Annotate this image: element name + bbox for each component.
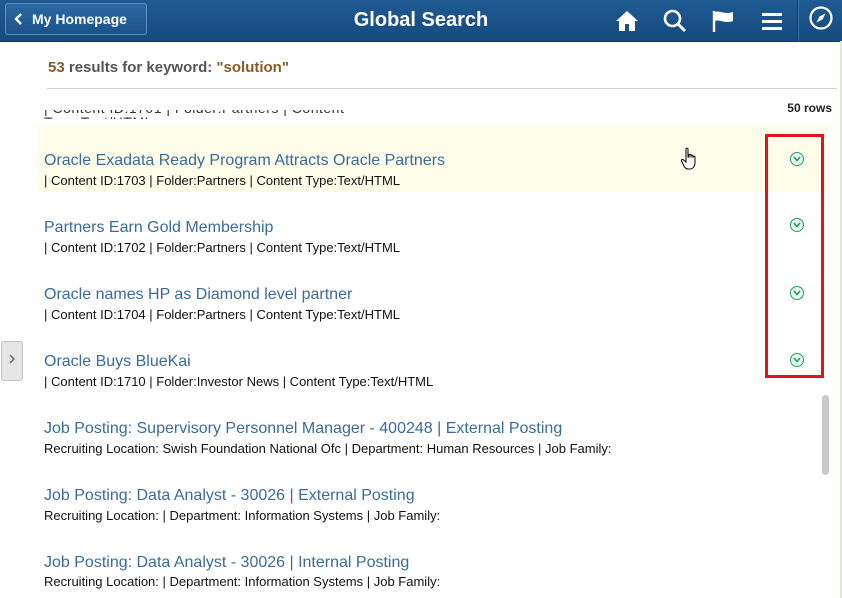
result-item[interactable]: Job Posting: Data Analyst - 30026 | Inte… xyxy=(37,527,827,594)
flag-icon[interactable] xyxy=(708,6,738,36)
divider xyxy=(47,88,837,89)
top-bar: My Homepage Global Search xyxy=(0,0,842,42)
search-keyword: "solution" xyxy=(216,59,289,76)
result-item[interactable]: Job Posting: Data Analyst - 30026 | Exte… xyxy=(37,460,827,527)
result-title-link[interactable]: Job Posting: Supervisory Personnel Manag… xyxy=(44,420,562,438)
chevron-right-icon xyxy=(8,352,16,370)
result-item[interactable]: Oracle Exadata Ready Program Attracts Or… xyxy=(37,125,827,192)
navbar-button[interactable] xyxy=(797,0,842,41)
result-item[interactable]: Oracle Buys BlueKai | Content ID:1710 | … xyxy=(37,326,827,393)
side-panel-toggle[interactable] xyxy=(1,341,23,381)
my-homepage-button[interactable]: My Homepage xyxy=(5,3,147,35)
result-item[interactable]: Partners Earn Gold Membership | Content … xyxy=(37,192,827,259)
result-description: | Content ID:1710 | Folder:Investor News… xyxy=(44,374,434,389)
scrolled-row-text: | Content ID:1701 | Folder:Partners | Co… xyxy=(44,110,384,119)
result-description: Recruiting Location: | Department: Infor… xyxy=(44,508,441,523)
result-description: | Content ID:1703 | Folder:Partners | Co… xyxy=(44,173,401,188)
results-count: 53 xyxy=(48,59,65,76)
result-description: Recruiting Location: | Department: Infor… xyxy=(44,574,441,589)
results-label: results for keyword: xyxy=(68,59,213,76)
result-title-link[interactable]: Oracle Buys BlueKai xyxy=(44,353,191,371)
result-title-link[interactable]: Partners Earn Gold Membership xyxy=(44,219,273,237)
highlight-box xyxy=(765,134,824,378)
scrollbar-thumb[interactable] xyxy=(822,395,829,475)
my-homepage-label: My Homepage xyxy=(32,11,127,27)
chevron-left-icon xyxy=(6,4,32,34)
compass-icon xyxy=(808,5,834,36)
result-title-link[interactable]: Job Posting: Data Analyst - 30026 | Inte… xyxy=(44,554,409,572)
result-description: | Content ID:1704 | Folder:Partners | Co… xyxy=(44,307,401,322)
scrolled-row-fragment: | Content ID:1701 | Folder:Partners | Co… xyxy=(44,110,384,119)
hand-pointer-icon xyxy=(680,147,698,176)
rows-count: 50 rows xyxy=(787,101,832,115)
result-description: | Content ID:1702 | Folder:Partners | Co… xyxy=(44,240,401,255)
result-title-link[interactable]: Oracle names HP as Diamond level partner xyxy=(44,286,352,304)
page-title: Global Search xyxy=(353,9,489,31)
menu-icon[interactable] xyxy=(757,6,787,36)
result-description: Recruiting Location: Swish Foundation Na… xyxy=(44,441,612,456)
search-icon[interactable] xyxy=(660,6,690,36)
result-title-link[interactable]: Oracle Exadata Ready Program Attracts Or… xyxy=(44,152,445,170)
results-summary: 53 results for keyword: "solution" xyxy=(48,59,289,76)
home-icon[interactable] xyxy=(612,6,642,36)
result-item[interactable]: Oracle names HP as Diamond level partner… xyxy=(37,259,827,326)
result-title-link[interactable]: Job Posting: Data Analyst - 30026 | Exte… xyxy=(44,487,415,505)
result-item[interactable]: Job Posting: Supervisory Personnel Manag… xyxy=(37,393,827,460)
